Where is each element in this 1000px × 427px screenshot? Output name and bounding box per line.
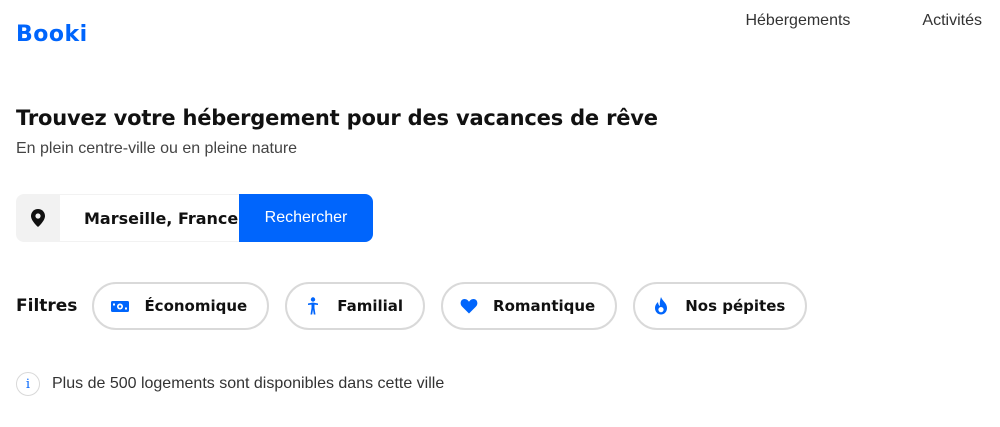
map-pin-icon <box>16 194 60 242</box>
page-subtitle: En plein centre-ville ou en pleine natur… <box>16 140 298 157</box>
info-message: i Plus de 500 logements sont disponibles… <box>16 372 444 396</box>
header: Booki Hébergements Activités <box>0 0 1000 60</box>
money-icon <box>111 297 130 315</box>
filter-romantique[interactable]: Romantique <box>441 282 618 330</box>
filter-nos-pepites[interactable]: Nos pépites <box>633 282 808 330</box>
filters-title: Filtres <box>16 296 78 316</box>
fire-icon <box>652 297 670 315</box>
heart-icon <box>460 297 478 315</box>
page-title: Trouvez votre hébergement pour des vacan… <box>16 106 658 130</box>
info-icon: i <box>16 372 40 396</box>
filter-label: Familial <box>337 297 404 315</box>
search-location-input[interactable]: Marseille, France <box>60 194 239 242</box>
filter-economique[interactable]: Économique <box>92 282 270 330</box>
filter-familial[interactable]: Familial <box>285 282 426 330</box>
filter-label: Nos pépites <box>685 297 786 315</box>
main-nav: Hébergements Activités <box>745 12 982 30</box>
nav-item-activites[interactable]: Activités <box>922 12 982 30</box>
hero-section: Trouvez votre hébergement pour des vacan… <box>16 105 658 158</box>
filters-bar: Filtres Économique Familial Romantique N… <box>16 282 823 330</box>
search-bar: Marseille, France Rechercher <box>16 194 373 242</box>
nav-item-hebergements[interactable]: Hébergements <box>745 12 850 30</box>
filter-label: Économique <box>144 297 248 315</box>
info-text: Plus de 500 logements sont disponibles d… <box>52 375 445 392</box>
booki-logo[interactable]: Booki <box>16 22 88 48</box>
child-icon <box>304 297 322 315</box>
filter-label: Romantique <box>493 297 596 315</box>
search-button[interactable]: Rechercher <box>239 194 373 242</box>
